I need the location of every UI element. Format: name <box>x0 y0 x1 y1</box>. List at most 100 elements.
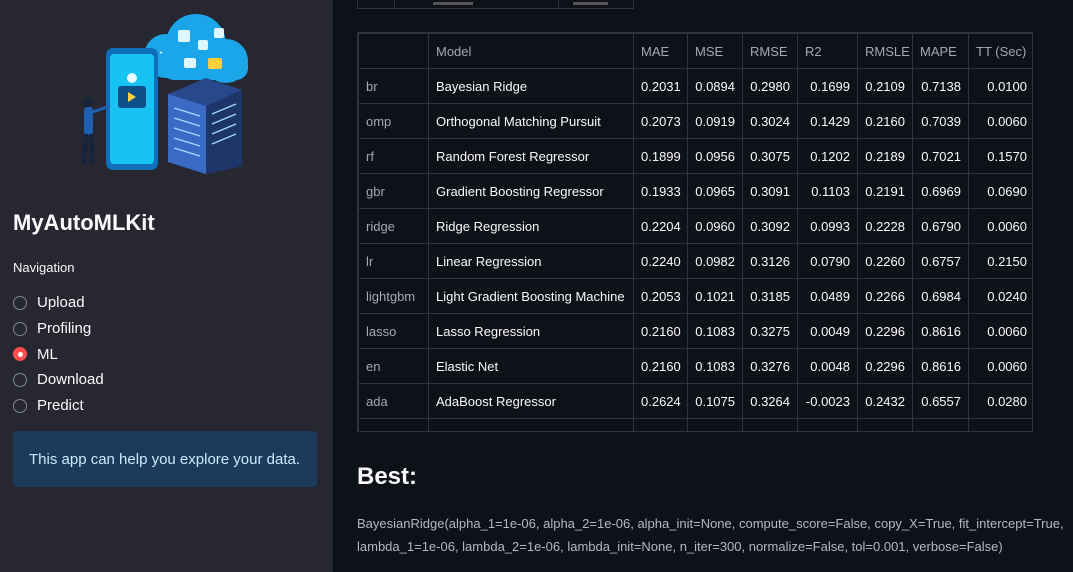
metric-cell: 0.6969 <box>912 173 969 209</box>
metric-cell: 0.2031 <box>633 68 688 104</box>
column-header[interactable]: MAE <box>633 33 688 69</box>
row-index-cell: ridge <box>358 208 429 244</box>
metric-cell: -0.0023 <box>797 383 858 419</box>
model-name-cell: Gradient Boosting Regressor <box>428 173 634 209</box>
row-index-cell: rf <box>358 138 429 174</box>
table-row: en Elastic Net 0.2160 0.1083 0.3276 0.0048 0.2… <box>358 348 1032 384</box>
partial-cell <box>912 418 969 431</box>
column-header[interactable]: R2 <box>797 33 858 69</box>
table-row: br Bayesian Ridge 0.2031 0.0894 0.2980 0.1699… <box>358 68 1032 104</box>
row-index-cell: omp <box>358 103 429 139</box>
metric-cell: 0.2266 <box>857 278 913 314</box>
metric-cell: 0.3276 <box>742 348 798 384</box>
model-name-cell: Orthogonal Matching Pursuit <box>428 103 634 139</box>
partial-cell <box>428 418 634 431</box>
metric-cell: 0.0060 <box>968 348 1032 384</box>
metric-cell: 0.1083 <box>687 313 743 349</box>
metric-cell: 0.2109 <box>857 68 913 104</box>
info-alert-text: This app can help you explore your data. <box>29 450 301 468</box>
metric-cell: 0.2432 <box>857 383 913 419</box>
table-row: ridge Ridge Regression 0.2204 0.0960 0.3092 0… <box>358 208 1032 244</box>
model-name-cell: Bayesian Ridge <box>428 68 634 104</box>
metric-cell: 0.0690 <box>968 173 1032 209</box>
model-name-cell: Ridge Regression <box>428 208 634 244</box>
metric-cell: 0.1075 <box>687 383 743 419</box>
radio-unchecked-icon[interactable] <box>13 398 27 413</box>
model-name-cell: Light Gradient Boosting Machine <box>428 278 634 314</box>
metric-cell: 0.6557 <box>912 383 969 419</box>
radio-checked-icon[interactable] <box>13 347 27 362</box>
table-row: lasso Lasso Regression 0.2160 0.1083 0.3275 0… <box>358 313 1032 349</box>
radio-unchecked-icon[interactable] <box>13 372 27 387</box>
metric-cell: 0.1570 <box>968 138 1032 174</box>
column-header[interactable]: TT (Sec) <box>968 33 1032 69</box>
partial-cell <box>857 418 913 431</box>
column-header[interactable]: MAPE <box>912 33 969 69</box>
metric-cell: 0.2624 <box>633 383 688 419</box>
metric-cell: 0.1699 <box>797 68 858 104</box>
sidebar: MyAutoMLKit Navigation Upload Profiling … <box>0 0 333 572</box>
model-comparison-table[interactable]: Model MAE MSE RMSE R2 RMSLE MAPE TT (Sec… <box>357 32 1033 432</box>
metric-cell: 0.3091 <box>742 173 798 209</box>
table-row: lr Linear Regression 0.2240 0.0982 0.3126 0.0… <box>358 243 1032 279</box>
partial-cell <box>797 418 858 431</box>
metric-cell: 0.0049 <box>797 313 858 349</box>
metric-cell: 0.2228 <box>857 208 913 244</box>
table-row: lightgbm Light Gradient Boosting Machine 0… <box>358 278 1032 314</box>
nav-option-label: Predict <box>37 397 84 415</box>
column-header[interactable]: MSE <box>687 33 743 69</box>
model-name-cell: Linear Regression <box>428 243 634 279</box>
model-name-cell: Elastic Net <box>428 348 634 384</box>
nav-option-label: ML <box>37 345 58 363</box>
row-index-cell: lr <box>358 243 429 279</box>
info-alert: This app can help you explore your data. <box>13 431 317 487</box>
model-name-cell: AdaBoost Regressor <box>428 383 634 419</box>
metric-cell: 0.3075 <box>742 138 798 174</box>
metric-cell: 0.6984 <box>912 278 969 314</box>
metric-cell: 0.3126 <box>742 243 798 279</box>
metric-cell: 0.2160 <box>633 313 688 349</box>
column-header[interactable] <box>358 33 429 69</box>
cloud-server-illustration <box>82 14 248 174</box>
results-table: Model MAE MSE RMSE R2 RMSLE MAPE TT (Sec… <box>358 33 1032 431</box>
row-index-cell: en <box>358 348 429 384</box>
row-index-cell: gbr <box>358 173 429 209</box>
row-index-cell: lightgbm <box>358 278 429 314</box>
navigation-label: Navigation <box>13 260 75 275</box>
metric-cell: 0.0919 <box>687 103 743 139</box>
metric-cell: 0.2240 <box>633 243 688 279</box>
best-heading: Best: <box>357 463 418 490</box>
metric-cell: 0.0982 <box>687 243 743 279</box>
partial-cell <box>633 418 688 431</box>
radio-unchecked-icon[interactable] <box>13 295 27 310</box>
metric-cell: 0.0240 <box>968 278 1032 314</box>
metric-cell: 0.2053 <box>633 278 688 314</box>
metric-cell: 0.0048 <box>797 348 858 384</box>
nav-option-predict[interactable]: Predict <box>13 393 104 419</box>
radio-unchecked-icon[interactable] <box>13 321 27 336</box>
column-header[interactable]: Model <box>428 33 634 69</box>
metric-cell: 0.2191 <box>857 173 913 209</box>
metric-cell: 0.2296 <box>857 313 913 349</box>
partial-cell <box>358 418 429 431</box>
metric-cell: 0.3264 <box>742 383 798 419</box>
metric-cell: 0.6757 <box>912 243 969 279</box>
metric-cell: 0.1083 <box>687 348 743 384</box>
metric-cell: 0.0965 <box>687 173 743 209</box>
column-header[interactable]: RMSLE <box>857 33 913 69</box>
metric-cell: 0.3024 <box>742 103 798 139</box>
metric-cell: 0.1021 <box>687 278 743 314</box>
model-name-cell: Random Forest Regressor <box>428 138 634 174</box>
metric-cell: 0.6790 <box>912 208 969 244</box>
metric-cell: 0.3185 <box>742 278 798 314</box>
column-header[interactable]: RMSE <box>742 33 798 69</box>
nav-option-profiling[interactable]: Profiling <box>13 316 104 342</box>
metric-cell: 0.1202 <box>797 138 858 174</box>
metric-cell: 0.8616 <box>912 313 969 349</box>
nav-option-upload[interactable]: Upload <box>13 290 104 316</box>
nav-option-label: Upload <box>37 294 85 312</box>
metric-cell: 0.3092 <box>742 208 798 244</box>
nav-option-ml[interactable]: ML <box>13 341 104 367</box>
nav-option-download[interactable]: Download <box>13 367 104 393</box>
best-model-text: BayesianRidge(alpha_1=1e-06, alpha_2=1e-… <box>357 516 1064 554</box>
